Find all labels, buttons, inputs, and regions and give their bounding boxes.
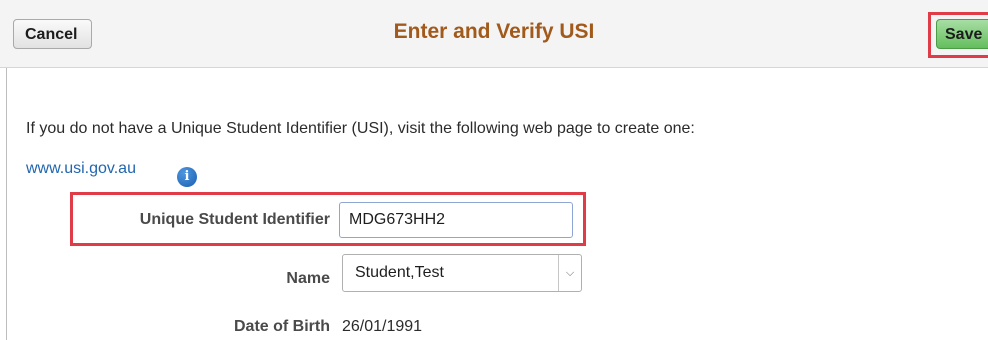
- usi-page: Cancel Enter and Verify USI Save If you …: [0, 0, 988, 340]
- usi-input[interactable]: [339, 202, 573, 238]
- info-icon[interactable]: i: [177, 167, 197, 187]
- dob-label: Date of Birth: [234, 318, 330, 335]
- name-select-value: Student,Test: [355, 264, 444, 281]
- name-select[interactable]: Student,Test ⌵: [342, 254, 582, 292]
- save-button[interactable]: Save: [936, 19, 988, 49]
- chevron-down-icon[interactable]: ⌵: [558, 255, 581, 291]
- intro-text: If you do not have a Unique Student Iden…: [26, 120, 695, 137]
- page-title: Enter and Verify USI: [393, 20, 595, 43]
- dob-value: 26/01/1991: [342, 318, 423, 335]
- usi-label: Unique Student Identifier: [139, 211, 330, 228]
- usi-website-link[interactable]: www.usi.gov.au: [26, 160, 136, 178]
- name-label: Name: [286, 270, 330, 287]
